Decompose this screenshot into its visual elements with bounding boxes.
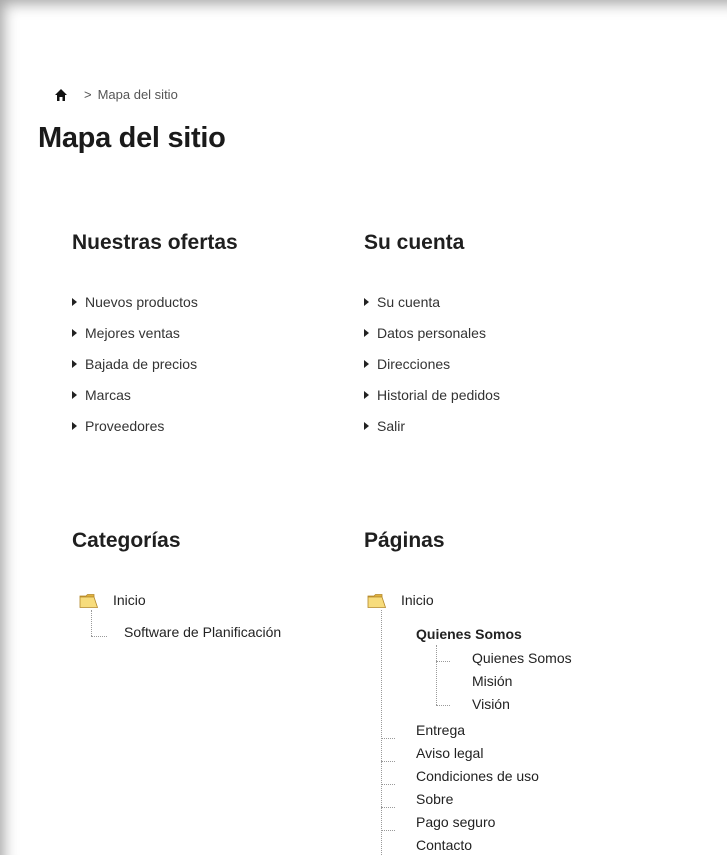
bullet-icon (72, 421, 77, 430)
list-item[interactable]: Direcciones (364, 348, 500, 379)
breadcrumb: > Mapa del sitio (54, 87, 178, 102)
bullet-icon (72, 328, 77, 337)
tree-connector (436, 645, 437, 705)
tree-connector (381, 784, 395, 785)
account-list: Su cuenta Datos personales Direcciones H… (364, 286, 500, 441)
pages-group-quienes-somos[interactable]: Quienes Somos (416, 626, 522, 642)
tree-connector (381, 761, 395, 762)
categories-link-software[interactable]: Software de Planificación (124, 624, 281, 640)
list-item[interactable]: Marcas (72, 379, 198, 410)
tree-connector (436, 661, 450, 662)
sitemap-page: > Mapa del sitio Mapa del sitio Nuestras… (0, 0, 727, 855)
offers-link-new-products[interactable]: Nuevos productos (85, 294, 198, 310)
bullet-icon (364, 359, 369, 368)
bullet-icon (364, 421, 369, 430)
tree-connector (91, 636, 107, 637)
pages-tree: Inicio Quienes Somos Quienes Somos Misió… (364, 590, 664, 855)
pages-link-mision[interactable]: Misión (472, 673, 512, 689)
list-item[interactable]: Bajada de precios (72, 348, 198, 379)
list-item[interactable]: Historial de pedidos (364, 379, 500, 410)
breadcrumb-separator: > (84, 87, 92, 102)
account-link-logout[interactable]: Salir (377, 418, 405, 434)
folder-icon (367, 594, 387, 608)
list-item[interactable]: Nuevos productos (72, 286, 198, 317)
categories-root-link[interactable]: Inicio (113, 592, 146, 608)
offers-list: Nuevos productos Mejores ventas Bajada d… (72, 286, 198, 441)
list-item[interactable]: Proveedores (72, 410, 198, 441)
account-link-personal-data[interactable]: Datos personales (377, 325, 486, 341)
account-link-order-history[interactable]: Historial de pedidos (377, 387, 500, 403)
pages-link-sobre[interactable]: Sobre (416, 791, 453, 807)
list-item[interactable]: Su cuenta (364, 286, 500, 317)
list-item[interactable]: Salir (364, 410, 500, 441)
bullet-icon (72, 359, 77, 368)
pages-link-aviso-legal[interactable]: Aviso legal (416, 745, 483, 761)
pages-link-vision[interactable]: Visión (472, 696, 510, 712)
folder-icon (79, 594, 99, 608)
pages-link-condiciones[interactable]: Condiciones de uso (416, 768, 539, 784)
tree-connector (91, 610, 92, 636)
list-item[interactable]: Mejores ventas (72, 317, 198, 348)
bullet-icon (364, 390, 369, 399)
account-link-addresses[interactable]: Direcciones (377, 356, 450, 372)
tree-connector (381, 807, 395, 808)
pages-link-pago-seguro[interactable]: Pago seguro (416, 814, 495, 830)
tree-connector (381, 830, 395, 831)
account-link-my-account[interactable]: Su cuenta (377, 294, 440, 310)
bullet-icon (72, 297, 77, 306)
list-item[interactable]: Datos personales (364, 317, 500, 348)
pages-link-entrega[interactable]: Entrega (416, 722, 465, 738)
offers-link-suppliers[interactable]: Proveedores (85, 418, 164, 434)
tree-connector (436, 705, 450, 706)
tree-connector (381, 738, 395, 739)
pages-link-quienes-somos[interactable]: Quienes Somos (472, 650, 572, 666)
page-title: Mapa del sitio (38, 122, 226, 154)
tree-connector (381, 610, 382, 855)
offers-link-price-drop[interactable]: Bajada de precios (85, 356, 197, 372)
pages-heading: Páginas (364, 529, 445, 552)
bullet-icon (72, 390, 77, 399)
bullet-icon (364, 328, 369, 337)
breadcrumb-current: Mapa del sitio (97, 87, 178, 102)
offers-link-best-sales[interactable]: Mejores ventas (85, 325, 180, 341)
account-heading: Su cuenta (364, 231, 465, 254)
offers-link-brands[interactable]: Marcas (85, 387, 131, 403)
pages-link-contacto[interactable]: Contacto (416, 837, 472, 853)
pages-root-link[interactable]: Inicio (401, 592, 434, 608)
home-icon[interactable] (54, 88, 68, 102)
bullet-icon (364, 297, 369, 306)
categories-heading: Categorías (72, 529, 181, 552)
offers-heading: Nuestras ofertas (72, 231, 238, 254)
categories-tree: Inicio Software de Planificación (72, 590, 352, 650)
